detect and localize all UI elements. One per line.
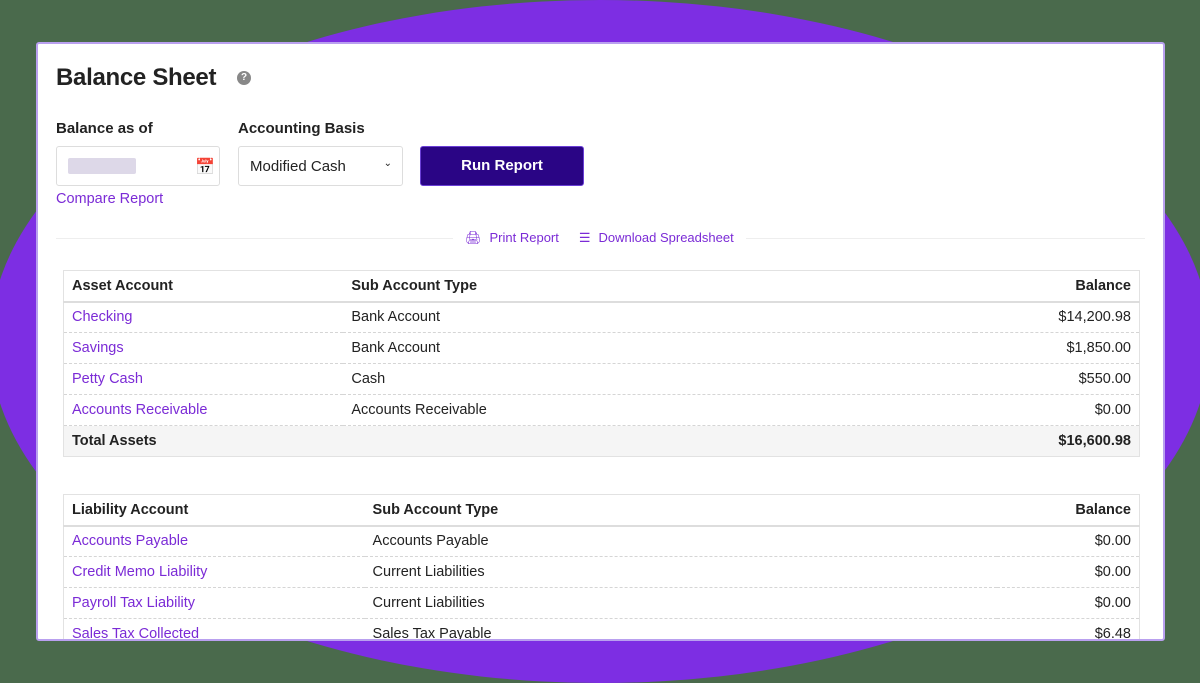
help-icon[interactable]: ? bbox=[237, 71, 251, 85]
run-report-button[interactable]: Run Report bbox=[420, 146, 584, 186]
account-link[interactable]: Savings bbox=[63, 332, 344, 364]
print-report-label: Print Report bbox=[489, 230, 559, 245]
account-link[interactable]: Payroll Tax Liability bbox=[63, 587, 365, 619]
column-header[interactable]: Asset Account bbox=[63, 270, 344, 303]
total-value: $16,600.98 bbox=[975, 425, 1140, 457]
assets-table: Asset Account Sub Account Type Balance C… bbox=[63, 270, 1140, 457]
list-icon: ☰ bbox=[578, 230, 591, 245]
report-actions: 🖨 Print Report ☰ Download Spreadsheet bbox=[453, 230, 746, 246]
print-report-link[interactable]: 🖨 Print Report bbox=[465, 230, 559, 246]
account-link[interactable]: Checking bbox=[63, 301, 344, 333]
balance: $14,200.98 bbox=[975, 301, 1140, 333]
liabilities-table: Liability Account Sub Account Type Balan… bbox=[63, 494, 1140, 639]
balance-sheet-panel: Balance Sheet ? Balance as of Accounting… bbox=[36, 42, 1165, 641]
sub-account-type: Cash bbox=[343, 363, 976, 395]
sub-account-type: Current Liabilities bbox=[364, 587, 997, 619]
table-row: Accounts Receivable Accounts Receivable $0… bbox=[63, 394, 1140, 426]
compare-report-link[interactable]: Compare Report bbox=[56, 191, 163, 207]
download-spreadsheet-label: Download Spreadsheet bbox=[598, 230, 734, 245]
balance: $550.00 bbox=[975, 363, 1140, 395]
table-row: Checking Bank Account $14,200.98 bbox=[63, 301, 1140, 333]
calendar-icon[interactable]: 📅 bbox=[195, 157, 215, 177]
page-title: Balance Sheet bbox=[56, 64, 217, 91]
column-header[interactable]: Sub Account Type bbox=[364, 494, 997, 527]
column-header[interactable]: Balance bbox=[975, 270, 1140, 303]
table-row: Petty Cash Cash $550.00 bbox=[63, 363, 1140, 395]
balance: $0.00 bbox=[996, 556, 1140, 588]
table-row: Savings Bank Account $1,850.00 bbox=[63, 332, 1140, 364]
column-header[interactable]: Balance bbox=[996, 494, 1140, 527]
table-row: Payroll Tax Liability Current Liabilities… bbox=[63, 587, 1140, 619]
sub-account-type: Sales Tax Payable bbox=[364, 618, 997, 639]
sub-account-type: Accounts Receivable bbox=[343, 394, 976, 426]
account-link[interactable]: Sales Tax Collected bbox=[63, 618, 365, 639]
balance: $0.00 bbox=[996, 525, 1140, 557]
table-row: Accounts Payable Accounts Payable $0.00 bbox=[63, 525, 1140, 557]
download-spreadsheet-link[interactable]: ☰ Download Spreadsheet bbox=[579, 230, 734, 246]
balance: $1,850.00 bbox=[975, 332, 1140, 364]
table-header: Liability Account Sub Account Type Balan… bbox=[63, 494, 1140, 527]
sub-account-type: Bank Account bbox=[343, 301, 976, 333]
account-link[interactable]: Petty Cash bbox=[63, 363, 344, 395]
date-value-redacted bbox=[68, 158, 136, 174]
account-link[interactable]: Accounts Receivable bbox=[63, 394, 344, 426]
sub-account-type: Accounts Payable bbox=[364, 525, 997, 557]
balance-date-input[interactable]: 📅 bbox=[56, 146, 220, 186]
total-label: Total Assets bbox=[63, 425, 344, 457]
empty-cell bbox=[343, 425, 976, 457]
accounting-basis-label: Accounting Basis bbox=[238, 120, 365, 137]
accounting-basis-select[interactable]: Modified Cash ⌄ bbox=[238, 146, 403, 186]
column-header[interactable]: Liability Account bbox=[63, 494, 365, 527]
table-row: Credit Memo Liability Current Liabilities… bbox=[63, 556, 1140, 588]
balance: $0.00 bbox=[996, 587, 1140, 619]
balance-as-of-label: Balance as of bbox=[56, 120, 153, 137]
account-link[interactable]: Accounts Payable bbox=[63, 525, 365, 557]
column-header[interactable]: Sub Account Type bbox=[343, 270, 976, 303]
account-link[interactable]: Credit Memo Liability bbox=[63, 556, 365, 588]
balance: $6.48 bbox=[996, 618, 1140, 639]
table-row: Sales Tax Collected Sales Tax Payable $6.4… bbox=[63, 618, 1140, 639]
balance: $0.00 bbox=[975, 394, 1140, 426]
chevron-down-icon: ⌄ bbox=[383, 158, 392, 169]
printer-icon: 🖨 bbox=[465, 230, 482, 245]
sub-account-type: Bank Account bbox=[343, 332, 976, 364]
table-header: Asset Account Sub Account Type Balance bbox=[63, 270, 1140, 303]
total-row: Total Assets $16,600.98 bbox=[63, 425, 1140, 457]
accounting-basis-value: Modified Cash bbox=[250, 158, 346, 175]
sub-account-type: Current Liabilities bbox=[364, 556, 997, 588]
